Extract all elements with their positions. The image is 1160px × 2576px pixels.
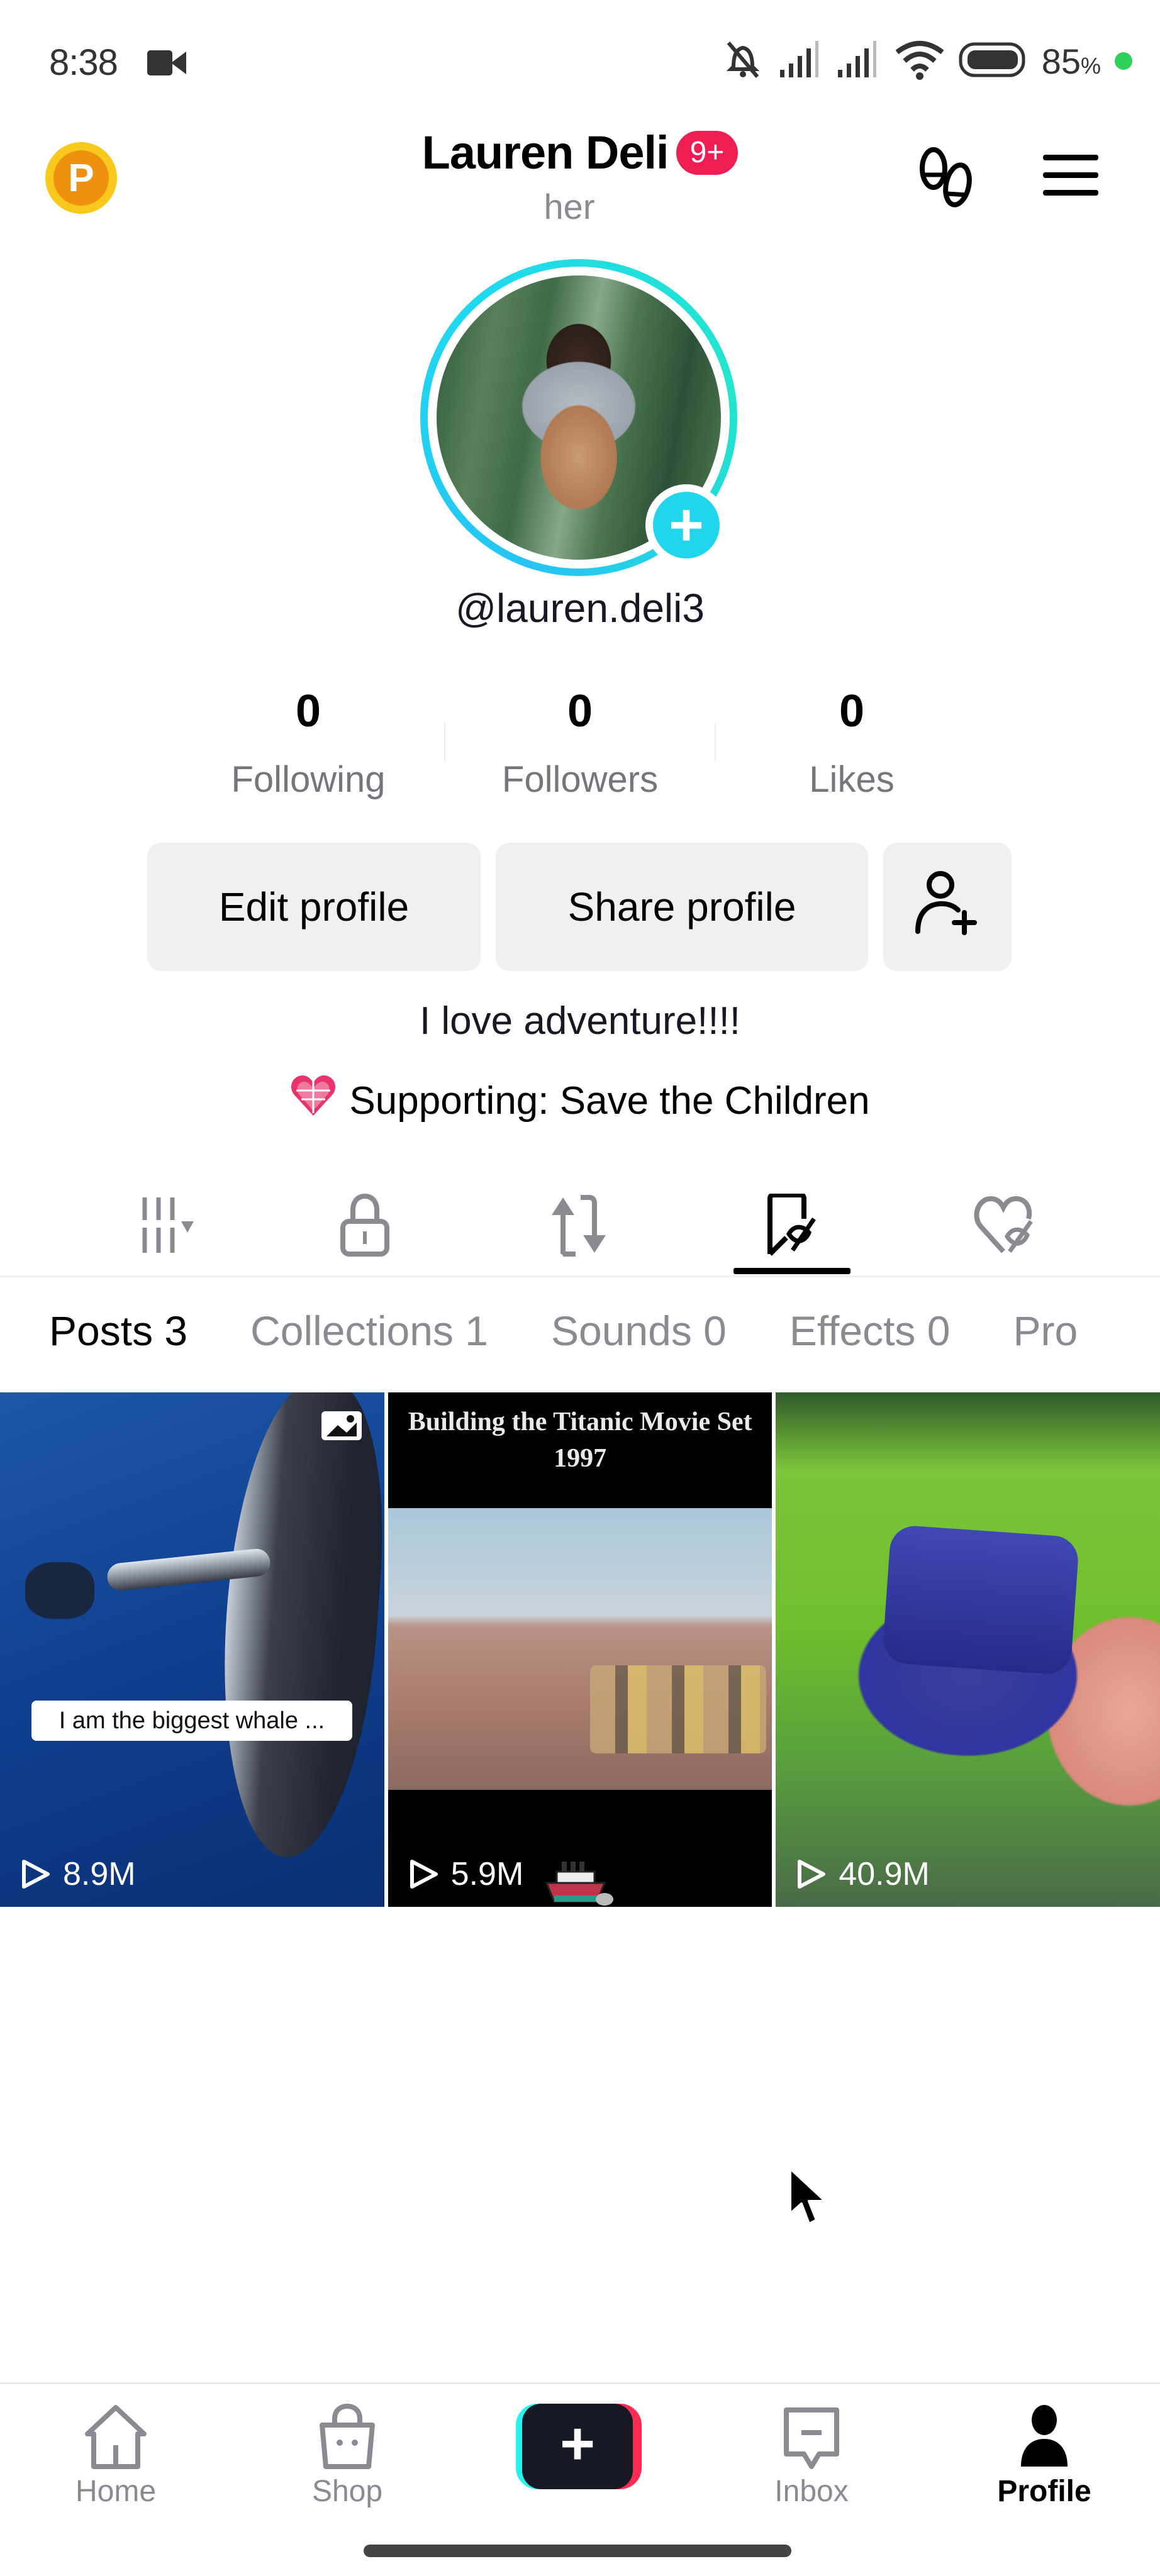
- subtab-products[interactable]: Pro: [1013, 1307, 1078, 1355]
- home-icon: [85, 2405, 147, 2469]
- thumbnail-image: [882, 1524, 1080, 1676]
- battery-percent-value: 85: [1041, 41, 1081, 81]
- subtab-posts[interactable]: Posts 3: [49, 1307, 187, 1355]
- stat-label: Likes: [809, 759, 895, 800]
- post-caption: I am the biggest whale ...: [31, 1701, 352, 1741]
- heart-hidden-icon: [972, 1194, 1041, 1260]
- battery-percent: 85%: [1042, 41, 1101, 82]
- menu-icon[interactable]: [1042, 153, 1100, 201]
- status-time: 8:38: [49, 42, 118, 83]
- subtab-collections[interactable]: Collections 1: [250, 1307, 488, 1355]
- stat-divider: [444, 723, 445, 761]
- lock-icon: [337, 1193, 393, 1260]
- thumbnail-image: [25, 1562, 94, 1619]
- post-grid: I am the biggest whale ... 8.9M Building…: [0, 1392, 1160, 1907]
- tab-liked[interactable]: [944, 1176, 1069, 1277]
- profile-icon: [1021, 2405, 1068, 2467]
- play-icon: [22, 1860, 50, 1889]
- stat-value: 0: [295, 686, 321, 736]
- create-button[interactable]: +: [516, 2404, 642, 2489]
- stat-label: Followers: [501, 759, 659, 800]
- play-icon: [410, 1860, 438, 1889]
- add-user-icon: [913, 870, 982, 945]
- active-tab-indicator: [733, 1268, 850, 1274]
- thumbnail-detail: [589, 1665, 766, 1753]
- profile-title-area[interactable]: Lauren Deli 9+: [0, 126, 1160, 179]
- tabs-divider: [0, 1275, 1160, 1277]
- view-count-value: 8.9M: [63, 1856, 136, 1892]
- thumbnail-image: [388, 1508, 772, 1790]
- grid-sort-icon: [120, 1195, 208, 1258]
- tab-private[interactable]: [302, 1176, 428, 1277]
- plus-icon: +: [522, 2404, 633, 2489]
- bottom-nav-divider: [0, 2382, 1160, 2384]
- thumbnail-image: [209, 1392, 384, 1863]
- mute-icon: [721, 38, 765, 85]
- footprints-icon[interactable]: [916, 145, 979, 217]
- nav-label: Profile: [997, 2475, 1091, 2508]
- share-profile-button[interactable]: Share profile: [496, 843, 868, 971]
- nav-label: Shop: [311, 2475, 383, 2508]
- edit-profile-button[interactable]: Edit profile: [147, 843, 481, 971]
- add-story-button[interactable]: +: [645, 484, 727, 566]
- view-count: 5.9M: [407, 1855, 524, 1893]
- ship-sticker-icon: [544, 1858, 613, 1907]
- battery-percent-suffix: %: [1080, 52, 1101, 79]
- favorites-subtabs: Posts 3 Collections 1 Sounds 0 Effects 0…: [49, 1307, 1078, 1355]
- post-thumbnail[interactable]: 40.9M: [776, 1392, 1160, 1907]
- inbox-icon: [784, 2407, 839, 2469]
- signal-1-icon: [779, 40, 823, 82]
- stat-likes[interactable]: 0 Likes: [716, 686, 988, 801]
- play-icon: [798, 1860, 826, 1889]
- nav-label: Inbox: [774, 2475, 849, 2508]
- signal-2-icon: [837, 40, 881, 82]
- stat-following[interactable]: 0 Following: [172, 686, 444, 801]
- tab-videos-sort[interactable]: [101, 1176, 226, 1277]
- battery-icon: [959, 42, 1028, 80]
- nav-label: Home: [75, 2475, 157, 2508]
- bookmark-hidden-icon: [761, 1192, 824, 1260]
- tab-reposts[interactable]: [516, 1176, 642, 1277]
- subtab-sounds[interactable]: Sounds 0: [551, 1307, 727, 1355]
- profile-actions: Edit profile Share profile: [147, 843, 1012, 971]
- post-thumbnail[interactable]: I am the biggest whale ... 8.9M: [0, 1392, 384, 1907]
- bottom-nav: Home Shop + Inbox Profile: [0, 2390, 1160, 2516]
- post-thumbnail[interactable]: Building the Titanic Movie Set 1997 5.9M: [388, 1392, 772, 1907]
- stat-value: 0: [839, 686, 865, 736]
- username: @lauren.deli3: [455, 586, 705, 631]
- mouse-cursor-icon: [786, 2166, 830, 2232]
- photo-post-icon: [321, 1411, 362, 1440]
- nav-shop[interactable]: Shop: [278, 2404, 416, 2509]
- post-caption: Building the Titanic Movie Set 1997: [408, 1407, 752, 1473]
- profile-stats: 0 Following 0 Followers 0 Likes: [0, 686, 1160, 801]
- home-indicator[interactable]: [364, 2545, 791, 2557]
- notification-badge: 9+: [676, 130, 739, 175]
- tab-favorites[interactable]: [730, 1176, 856, 1277]
- view-count: 8.9M: [19, 1855, 136, 1893]
- nav-home[interactable]: Home: [47, 2404, 185, 2509]
- repost-icon: [544, 1194, 613, 1260]
- view-count: 40.9M: [795, 1855, 930, 1893]
- nav-inbox[interactable]: Inbox: [742, 2404, 881, 2509]
- screen-record-icon: [147, 49, 187, 80]
- status-bar: 8:38 85%: [0, 0, 1160, 126]
- bio-text: I love adventure!!!!: [419, 999, 741, 1043]
- subtab-effects[interactable]: Effects 0: [789, 1307, 951, 1355]
- stat-label: Following: [231, 759, 386, 800]
- supporting-link[interactable]: Supporting: Save the Children: [0, 1074, 1160, 1128]
- charity-heart-icon: [290, 1074, 337, 1128]
- stat-value: 0: [567, 686, 593, 736]
- charging-dot: [1115, 52, 1132, 70]
- display-name: Lauren Deli: [421, 126, 669, 179]
- shop-bag-icon: [320, 2404, 375, 2469]
- plus-icon: +: [653, 492, 720, 558]
- supporting-text: Supporting: Save the Children: [349, 1079, 870, 1123]
- view-count-value: 5.9M: [450, 1856, 524, 1892]
- nav-profile[interactable]: Profile: [975, 2404, 1113, 2509]
- content-icon-tabs: [0, 1176, 1160, 1277]
- wifi-icon: [895, 40, 945, 83]
- view-count-value: 40.9M: [839, 1856, 930, 1892]
- add-friend-button[interactable]: [883, 843, 1012, 971]
- stat-followers[interactable]: 0 Followers: [444, 686, 716, 801]
